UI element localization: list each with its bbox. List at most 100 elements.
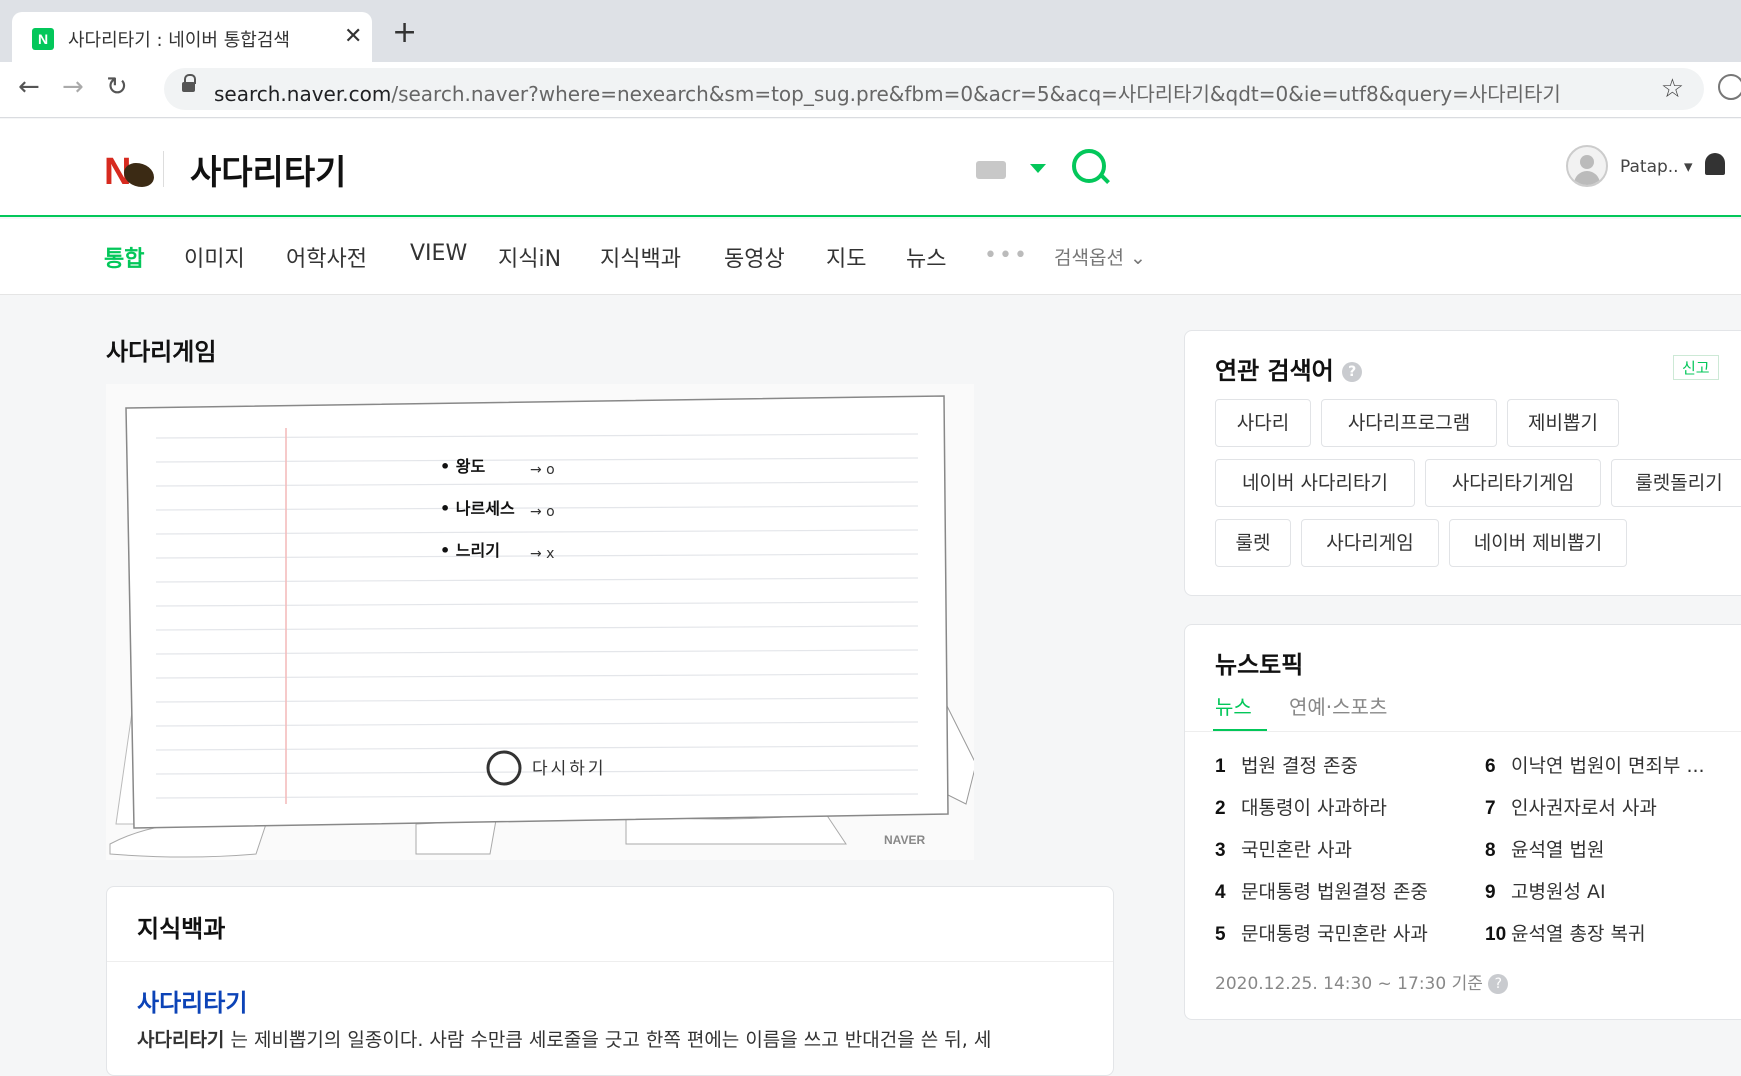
help-icon[interactable]: ? bbox=[1342, 362, 1363, 382]
news-topic-item[interactable]: 1 법원 결정 존중 bbox=[1215, 751, 1358, 778]
tab-encyclopedia[interactable]: 지식백과 bbox=[600, 241, 681, 273]
news-topic-card: 뉴스토픽 뉴스 연예·스포츠 1 법원 결정 존중 2 대통령이 사과하라 3 국민혼… bbox=[1184, 624, 1741, 1020]
more-tabs-icon[interactable]: ••• bbox=[984, 243, 1029, 268]
news-topic-item[interactable]: 3 국민혼란 사과 bbox=[1215, 835, 1352, 862]
new-tab-icon[interactable]: + bbox=[392, 18, 417, 48]
ladder-name-1: • 왕도 bbox=[440, 457, 486, 476]
ladder-result-1: → o bbox=[530, 462, 555, 478]
encyclopedia-entry-text: 사다리타기 는 제비뽑기의 일종이다. 사람 수만큼 세로줄을 긋고 한쪽 편에… bbox=[137, 1025, 991, 1052]
related-chip[interactable]: 사다리타기게임 bbox=[1425, 459, 1601, 507]
tab-view[interactable]: VIEW bbox=[410, 241, 467, 266]
ladder-game-title: 사다리게임 bbox=[106, 338, 217, 366]
tab-video[interactable]: 동영상 bbox=[724, 241, 785, 273]
news-rank: 5 bbox=[1215, 924, 1226, 945]
ladder-name-2: • 나르세스 bbox=[440, 499, 515, 518]
divider bbox=[1185, 731, 1741, 732]
news-timestamp: 2020.12.25. 14:30 ~ 17:30 기준 ? bbox=[1215, 969, 1509, 994]
news-topic-title: 뉴스토픽 bbox=[1215, 651, 1304, 679]
globe-icon[interactable] bbox=[1718, 74, 1741, 100]
news-rank: 2 bbox=[1215, 798, 1226, 819]
news-text: 대통령이 사과하라 bbox=[1241, 797, 1387, 819]
tab-map[interactable]: 지도 bbox=[826, 241, 866, 273]
search-options-button[interactable]: 검색옵션 ⌄ bbox=[1054, 243, 1146, 270]
entry-bold: 사다리타기 bbox=[137, 1029, 225, 1051]
retry-button: 다시하기 bbox=[532, 759, 607, 779]
url-host: search.naver.com bbox=[214, 82, 392, 106]
tab-dictionary[interactable]: 어학사전 bbox=[286, 241, 367, 273]
news-rank: 4 bbox=[1215, 882, 1226, 903]
browser-toolbar: ← → ↻ search.naver.com/search.naver?wher… bbox=[0, 62, 1741, 118]
divider bbox=[107, 961, 1113, 962]
news-text: 문대통령 국민혼란 사과 bbox=[1241, 923, 1428, 945]
news-rank: 1 bbox=[1215, 756, 1226, 777]
close-tab-icon[interactable]: ✕ bbox=[344, 24, 362, 49]
entry-text: 는 제비뽑기의 일종이다. 사람 수만큼 세로줄을 긋고 한쪽 편에는 이름을 … bbox=[224, 1029, 992, 1051]
tab-images[interactable]: 이미지 bbox=[184, 241, 245, 273]
reload-icon[interactable]: ↻ bbox=[106, 72, 128, 102]
back-arrow-icon[interactable]: ← bbox=[18, 72, 40, 102]
browser-tab[interactable]: N 사다리타기 : 네이버 통합검색 ✕ bbox=[12, 12, 372, 62]
divider bbox=[163, 151, 164, 187]
news-tab-entertainment[interactable]: 연예·스포츠 bbox=[1289, 691, 1387, 720]
avatar[interactable] bbox=[1566, 145, 1608, 187]
news-text: 인사권자로서 사과 bbox=[1511, 797, 1657, 819]
related-searches-title: 연관 검색어 ? bbox=[1215, 351, 1363, 386]
ladder-name-3: • 느리기 bbox=[440, 541, 500, 560]
news-tab-news[interactable]: 뉴스 bbox=[1215, 691, 1252, 720]
ladder-result-3: → x bbox=[530, 546, 554, 562]
autocomplete-toggle-icon[interactable] bbox=[1030, 164, 1046, 173]
related-chip[interactable]: 사다리프로그램 bbox=[1321, 399, 1497, 447]
news-topic-item[interactable]: 6 이낙연 법원이 면죄부 ... bbox=[1485, 751, 1705, 778]
news-topic-item[interactable]: 7 인사권자로서 사과 bbox=[1485, 793, 1657, 820]
news-text: 윤석열 법원 bbox=[1511, 839, 1605, 861]
encyclopedia-card: 지식백과 사다리타기 사다리타기 는 제비뽑기의 일종이다. 사람 수만큼 세로… bbox=[106, 886, 1114, 1076]
news-text: 국민혼란 사과 bbox=[1241, 839, 1352, 861]
related-chip[interactable]: 네이버 사다리타기 bbox=[1215, 459, 1415, 507]
news-topic-item[interactable]: 4 문대통령 법원결정 존중 bbox=[1215, 877, 1428, 904]
bookmark-star-icon[interactable]: ☆ bbox=[1661, 74, 1684, 104]
news-text: 윤석열 총장 복귀 bbox=[1511, 923, 1646, 945]
tab-news[interactable]: 뉴스 bbox=[906, 241, 946, 273]
news-rank: 3 bbox=[1215, 840, 1226, 861]
encyclopedia-entry-link[interactable]: 사다리타기 bbox=[137, 983, 247, 1018]
ladder-result-2: → o bbox=[530, 504, 555, 520]
related-chip[interactable]: 룰렛 bbox=[1215, 519, 1291, 567]
news-text: 고병원성 AI bbox=[1511, 881, 1606, 903]
ladder-game-illustration: • 왕도 → o • 나르세스 → o • 느리기 → x 다시하기 NAVER bbox=[109, 395, 974, 858]
address-bar[interactable]: search.naver.com/search.naver?where=nexe… bbox=[164, 68, 1704, 110]
news-text: 법원 결정 존중 bbox=[1241, 755, 1358, 777]
search-query-input[interactable]: 사다리타기 bbox=[190, 145, 346, 194]
related-chip[interactable]: 사다리 bbox=[1215, 399, 1311, 447]
related-title-text: 연관 검색어 bbox=[1215, 357, 1334, 385]
related-searches-card: 연관 검색어 ? 신고 사다리 사다리프로그램 제비뽑기 네이버 사다리타기 사… bbox=[1184, 330, 1741, 596]
news-text: 문대통령 법원결정 존중 bbox=[1241, 881, 1428, 903]
url-path: /search.naver?where=nexearch&sm=top_sug.… bbox=[391, 82, 1561, 106]
timestamp-text: 2020.12.25. 14:30 ~ 17:30 기준 bbox=[1215, 974, 1483, 994]
tab-kin[interactable]: 지식iN bbox=[498, 241, 561, 273]
bell-icon[interactable] bbox=[1705, 153, 1725, 175]
news-topic-item[interactable]: 10 윤석열 총장 복귀 bbox=[1485, 919, 1645, 946]
news-text: 이낙연 법원이 면죄부 ... bbox=[1511, 755, 1705, 777]
forward-arrow-icon[interactable]: → bbox=[62, 72, 84, 102]
news-topic-item[interactable]: 9 고병원성 AI bbox=[1485, 877, 1606, 904]
related-chip[interactable]: 제비뽑기 bbox=[1507, 399, 1619, 447]
ladder-game-widget[interactable]: • 왕도 → o • 나르세스 → o • 느리기 → x 다시하기 NAVER bbox=[106, 384, 974, 860]
tab-integrated[interactable]: 통합 bbox=[104, 241, 144, 273]
keyboard-icon[interactable] bbox=[976, 161, 1006, 179]
related-chip[interactable]: 사다리게임 bbox=[1301, 519, 1439, 567]
search-button[interactable] bbox=[1072, 149, 1106, 183]
report-button[interactable]: 신고 bbox=[1673, 355, 1719, 380]
help-icon[interactable]: ? bbox=[1488, 974, 1509, 994]
related-chip[interactable]: 네이버 제비뽑기 bbox=[1449, 519, 1627, 567]
news-topic-item[interactable]: 2 대통령이 사과하라 bbox=[1215, 793, 1387, 820]
naver-favicon-icon: N bbox=[32, 28, 54, 50]
related-chip[interactable]: 룰렛돌리기 bbox=[1611, 459, 1741, 507]
naver-watermark: NAVER bbox=[884, 833, 925, 847]
username-menu[interactable]: Patap.. ▾ bbox=[1620, 157, 1693, 177]
lock-icon bbox=[182, 74, 196, 94]
news-topic-item[interactable]: 8 윤석열 법원 bbox=[1485, 835, 1604, 862]
news-rank: 8 bbox=[1485, 840, 1496, 861]
news-rank: 7 bbox=[1485, 798, 1496, 819]
news-topic-item[interactable]: 5 문대통령 국민혼란 사과 bbox=[1215, 919, 1428, 946]
browser-tab-bar: N 사다리타기 : 네이버 통합검색 ✕ + bbox=[0, 0, 1741, 62]
